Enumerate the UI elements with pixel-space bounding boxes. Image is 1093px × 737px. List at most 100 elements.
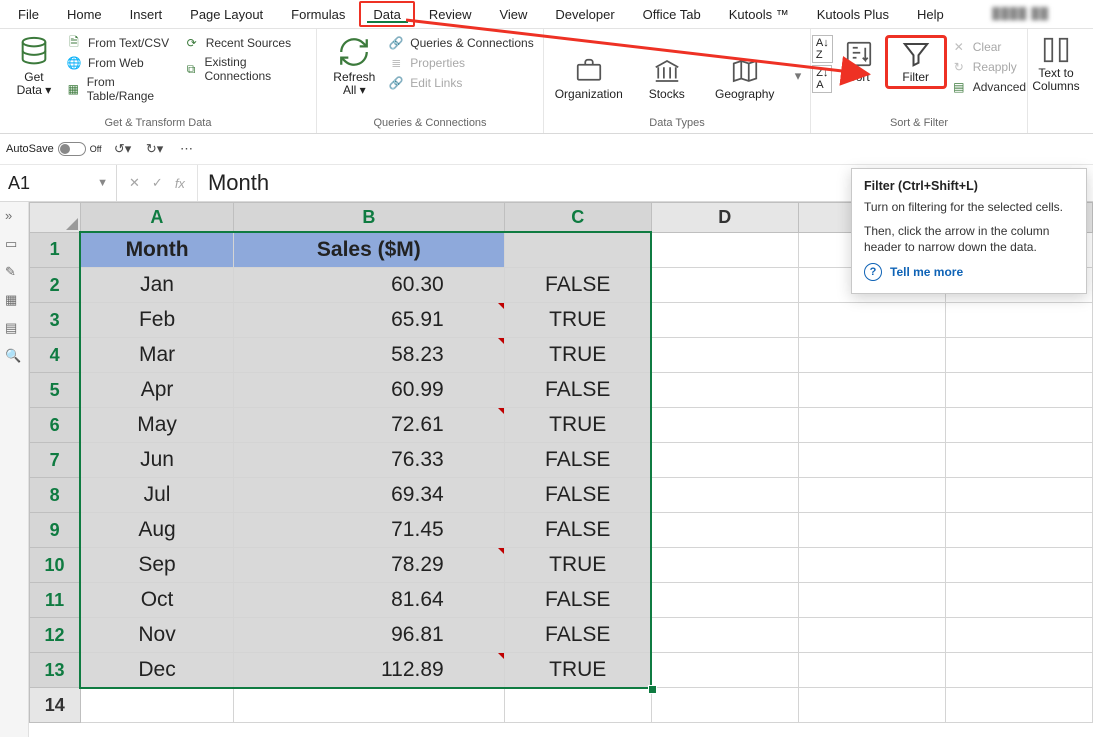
menu-formulas[interactable]: Formulas bbox=[277, 1, 359, 27]
cell-B5[interactable]: 60.99 bbox=[233, 373, 504, 408]
row-header-8[interactable]: 8 bbox=[30, 478, 81, 513]
from-table-range[interactable]: ▦From Table/Range bbox=[66, 75, 178, 103]
row-header-1[interactable]: 1 bbox=[30, 232, 81, 268]
cell-F10[interactable] bbox=[945, 548, 1092, 583]
col-header-C[interactable]: C bbox=[504, 203, 651, 233]
sort-az-icon[interactable]: A↓Z bbox=[812, 35, 833, 63]
cell-D10[interactable] bbox=[651, 548, 798, 583]
cell-A1[interactable]: Month bbox=[80, 232, 233, 268]
cell-D13[interactable] bbox=[651, 653, 798, 688]
cell-F4[interactable] bbox=[945, 338, 1092, 373]
cell-D2[interactable] bbox=[651, 268, 798, 303]
geography-type[interactable]: Geography bbox=[709, 52, 781, 101]
cell-E11[interactable] bbox=[798, 583, 945, 618]
cell-F14[interactable] bbox=[945, 688, 1092, 723]
row-header-2[interactable]: 2 bbox=[30, 268, 81, 303]
cell-C14[interactable] bbox=[504, 688, 651, 723]
name-box[interactable]: A1▼ bbox=[0, 165, 117, 201]
cell-D1[interactable] bbox=[651, 232, 798, 268]
row-header-14[interactable]: 14 bbox=[30, 688, 81, 723]
undo-button[interactable]: ↺▾ bbox=[112, 138, 134, 160]
stocks-type[interactable]: Stocks bbox=[639, 52, 695, 101]
menu-office-tab[interactable]: Office Tab bbox=[629, 1, 715, 27]
cell-E9[interactable] bbox=[798, 513, 945, 548]
filter-button[interactable]: Filter bbox=[885, 35, 947, 89]
cell-B8[interactable]: 69.34 bbox=[233, 478, 504, 513]
panel-icon-3[interactable]: ▦ bbox=[5, 292, 23, 310]
row-header-12[interactable]: 12 bbox=[30, 618, 81, 653]
cell-F6[interactable] bbox=[945, 408, 1092, 443]
cell-E4[interactable] bbox=[798, 338, 945, 373]
cell-E6[interactable] bbox=[798, 408, 945, 443]
cell-A12[interactable]: Nov bbox=[80, 618, 233, 653]
panel-icon-4[interactable]: ▤ bbox=[5, 320, 23, 338]
cell-C4[interactable]: TRUE bbox=[504, 338, 651, 373]
cell-D5[interactable] bbox=[651, 373, 798, 408]
flash-fill-button[interactable]: Fla bbox=[1089, 31, 1093, 80]
col-header-D[interactable]: D bbox=[651, 203, 798, 233]
cell-A7[interactable]: Jun bbox=[80, 443, 233, 478]
fx-icon[interactable]: fx bbox=[175, 176, 185, 191]
sort-button[interactable]: Sort bbox=[837, 35, 881, 84]
cell-D12[interactable] bbox=[651, 618, 798, 653]
expand-icon[interactable]: » bbox=[5, 208, 23, 226]
panel-icon-1[interactable]: ▭ bbox=[5, 236, 23, 254]
cell-D3[interactable] bbox=[651, 303, 798, 338]
cell-C10[interactable]: TRUE bbox=[504, 548, 651, 583]
cell-C7[interactable]: FALSE bbox=[504, 443, 651, 478]
cell-F5[interactable] bbox=[945, 373, 1092, 408]
cell-B3[interactable]: 65.91 bbox=[233, 303, 504, 338]
cancel-icon[interactable]: ✕ bbox=[129, 175, 140, 191]
cell-F12[interactable] bbox=[945, 618, 1092, 653]
existing-connections[interactable]: ⧉Existing Connections bbox=[184, 55, 308, 83]
cell-B4[interactable]: 58.23 bbox=[233, 338, 504, 373]
cell-B12[interactable]: 96.81 bbox=[233, 618, 504, 653]
panel-icon-2[interactable]: ✎ bbox=[5, 264, 23, 282]
cell-C11[interactable]: FALSE bbox=[504, 583, 651, 618]
cell-F9[interactable] bbox=[945, 513, 1092, 548]
cell-E3[interactable] bbox=[798, 303, 945, 338]
cell-D7[interactable] bbox=[651, 443, 798, 478]
menu-file[interactable]: File bbox=[4, 1, 53, 27]
cell-E8[interactable] bbox=[798, 478, 945, 513]
get-data-button[interactable]: Get Data ▾ bbox=[8, 31, 60, 97]
enter-icon[interactable]: ✓ bbox=[152, 175, 163, 191]
menu-page-layout[interactable]: Page Layout bbox=[176, 1, 277, 27]
cell-B9[interactable]: 71.45 bbox=[233, 513, 504, 548]
cell-F13[interactable] bbox=[945, 653, 1092, 688]
cell-C6[interactable]: TRUE bbox=[504, 408, 651, 443]
cell-E10[interactable] bbox=[798, 548, 945, 583]
menu-view[interactable]: View bbox=[485, 1, 541, 27]
cell-C5[interactable]: FALSE bbox=[504, 373, 651, 408]
cell-A8[interactable]: Jul bbox=[80, 478, 233, 513]
cell-F3[interactable] bbox=[945, 303, 1092, 338]
cell-B11[interactable]: 81.64 bbox=[233, 583, 504, 618]
autosave-toggle[interactable]: AutoSave Off bbox=[6, 142, 102, 156]
col-header-B[interactable]: B bbox=[233, 203, 504, 233]
menu-help[interactable]: Help bbox=[903, 1, 958, 27]
cell-A2[interactable]: Jan bbox=[80, 268, 233, 303]
cell-A14[interactable] bbox=[80, 688, 233, 723]
menu-kutools-plus[interactable]: Kutools Plus bbox=[803, 1, 903, 27]
cell-D4[interactable] bbox=[651, 338, 798, 373]
cell-D6[interactable] bbox=[651, 408, 798, 443]
cell-C13[interactable]: TRUE bbox=[504, 653, 651, 688]
cell-D11[interactable] bbox=[651, 583, 798, 618]
cell-B6[interactable]: 72.61 bbox=[233, 408, 504, 443]
cell-D9[interactable] bbox=[651, 513, 798, 548]
menu-insert[interactable]: Insert bbox=[116, 1, 177, 27]
cell-A11[interactable]: Oct bbox=[80, 583, 233, 618]
select-all-corner[interactable] bbox=[30, 203, 81, 233]
cell-C3[interactable]: TRUE bbox=[504, 303, 651, 338]
cell-E7[interactable] bbox=[798, 443, 945, 478]
cell-B7[interactable]: 76.33 bbox=[233, 443, 504, 478]
cell-C12[interactable]: FALSE bbox=[504, 618, 651, 653]
text-to-columns-button[interactable]: Text to Columns bbox=[1029, 31, 1083, 93]
row-header-6[interactable]: 6 bbox=[30, 408, 81, 443]
cell-B14[interactable] bbox=[233, 688, 504, 723]
from-text-csv[interactable]: 🗎From Text/CSV bbox=[66, 35, 178, 51]
row-header-7[interactable]: 7 bbox=[30, 443, 81, 478]
cell-E12[interactable] bbox=[798, 618, 945, 653]
cell-F7[interactable] bbox=[945, 443, 1092, 478]
col-header-A[interactable]: A bbox=[80, 203, 233, 233]
